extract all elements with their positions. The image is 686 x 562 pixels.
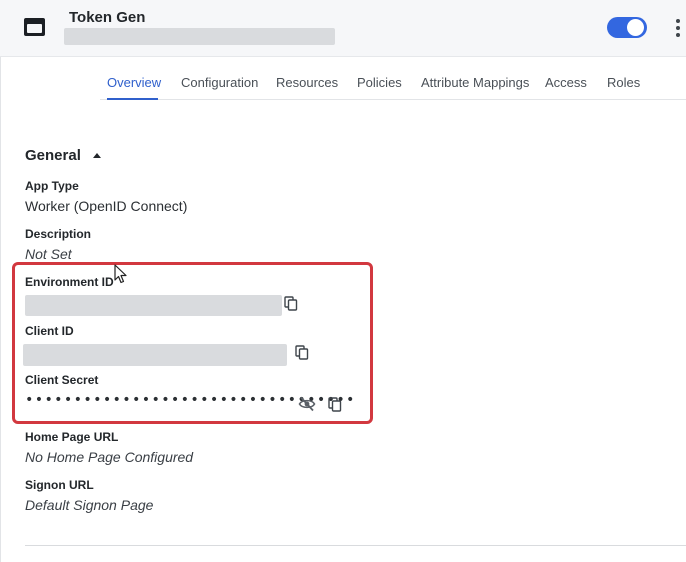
redacted-client-id — [23, 344, 287, 366]
client-secret-label: Client Secret — [25, 373, 99, 387]
tab-bar: Overview Configuration Resources Policie… — [0, 57, 686, 100]
redacted-environment-id — [25, 295, 282, 316]
app-type-value: Worker (OpenID Connect) — [25, 198, 188, 214]
copy-icon[interactable] — [328, 397, 342, 412]
toggle-knob — [627, 19, 644, 36]
active-tab-indicator — [107, 98, 158, 100]
tab-divider — [100, 99, 686, 100]
app-header: Token Gen — [0, 0, 686, 57]
redacted-app-subtitle — [64, 28, 335, 45]
copy-icon[interactable] — [284, 296, 298, 311]
environment-id-label: Environment ID — [25, 275, 114, 289]
app-title: Token Gen — [69, 9, 146, 26]
tab-attribute-mappings[interactable]: Attribute Mappings — [421, 75, 529, 90]
mouse-cursor-icon — [114, 264, 128, 284]
home-page-url-value: No Home Page Configured — [25, 449, 194, 465]
app-enabled-toggle[interactable] — [607, 17, 647, 38]
app-type-label: App Type — [25, 179, 79, 193]
copy-icon[interactable] — [295, 345, 309, 360]
section-title-general: General — [25, 147, 81, 164]
tab-configuration[interactable]: Configuration — [181, 75, 258, 90]
app-window-icon — [24, 18, 45, 36]
kebab-menu-icon[interactable] — [672, 18, 684, 38]
home-page-url-label: Home Page URL — [25, 430, 119, 444]
tab-access[interactable]: Access — [545, 75, 587, 90]
section-divider — [25, 545, 686, 546]
signon-url-value: Default Signon Page — [25, 497, 154, 513]
client-id-label: Client ID — [25, 324, 74, 338]
tab-overview[interactable]: Overview — [107, 75, 161, 90]
eye-off-icon[interactable] — [298, 396, 316, 412]
tab-roles[interactable]: Roles — [607, 75, 640, 90]
left-border — [0, 57, 1, 562]
caret-up-icon[interactable] — [93, 153, 101, 158]
description-value: Not Set — [25, 246, 72, 262]
tab-resources[interactable]: Resources — [276, 75, 338, 90]
tab-policies[interactable]: Policies — [357, 75, 402, 90]
signon-url-label: Signon URL — [25, 478, 94, 492]
description-label: Description — [25, 227, 92, 241]
